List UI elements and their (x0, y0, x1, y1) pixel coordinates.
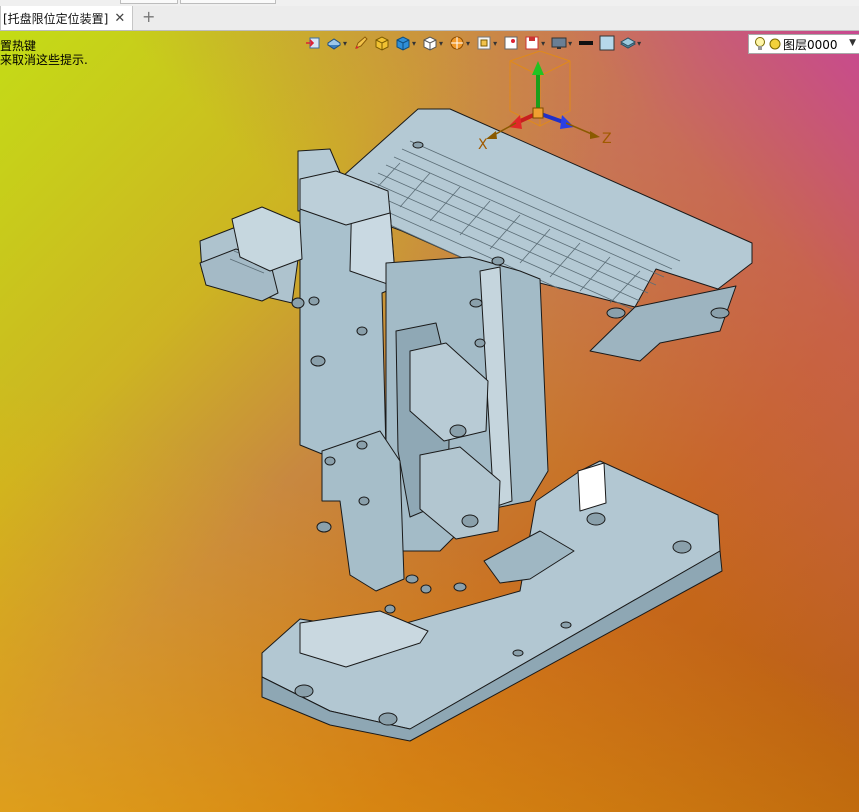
chevron-down-icon[interactable]: ▾ (412, 39, 416, 48)
chevron-down-icon[interactable]: ▾ (439, 39, 443, 48)
layer-color-dot (769, 38, 781, 50)
3d-model[interactable] (0, 31, 859, 812)
section-icon[interactable] (447, 35, 466, 51)
box-white-icon[interactable] (420, 35, 439, 51)
render-mode-icon[interactable] (324, 35, 343, 51)
add-tab-icon[interactable]: + (142, 9, 155, 25)
layer-name: 图层0000 (783, 37, 838, 52)
lower-left-block (321, 430, 405, 592)
chevron-down-icon[interactable]: ▾ (541, 39, 545, 48)
pencil-icon[interactable] (351, 35, 370, 51)
chevron-down-icon[interactable]: ▾ (568, 39, 572, 48)
box-yellow-icon[interactable] (372, 35, 391, 51)
document-tabbar: [托盘限位定位装置] ✕ + (0, 6, 859, 31)
chevron-down-icon[interactable]: ▾ (493, 39, 497, 48)
layer-select[interactable]: 图层0000 ▼ (748, 34, 859, 54)
view-toolbar: ▾ ▾ ▾ ▾ ▾ ▾ ▾ ▾ (303, 31, 645, 55)
component-icon[interactable] (303, 35, 322, 51)
box-blue-icon[interactable] (393, 35, 412, 51)
axis-triad: Z X (478, 51, 612, 151)
fill-color-swatch[interactable] (597, 35, 616, 51)
ghost-tab (180, 0, 276, 4)
layer-eye-icon[interactable] (618, 35, 637, 51)
tab-title: [托盘限位定位装置] (3, 11, 109, 26)
close-icon[interactable]: ✕ (114, 12, 125, 25)
display-icon[interactable] (549, 35, 568, 51)
save-view-icon[interactable] (522, 35, 541, 51)
base-raised-block (577, 462, 607, 512)
ghost-tab (120, 0, 178, 4)
line-color-swatch[interactable] (576, 35, 595, 51)
frame-icon[interactable] (501, 35, 520, 51)
axis-x-label: X (478, 137, 488, 151)
chevron-down-icon[interactable]: ▾ (343, 39, 347, 48)
chevron-down-icon[interactable]: ▾ (466, 39, 470, 48)
view-orient-icon[interactable] (474, 35, 493, 51)
axis-z-label: Z (602, 131, 612, 147)
tab-document[interactable]: [托盘限位定位装置] ✕ (0, 6, 133, 30)
3d-viewport[interactable]: 置热键 来取消这些提示. ▾ ▾ ▾ ▾ ▾ ▾ ▾ ▾ 图层0000 ▼ Z … (0, 31, 859, 812)
hint-line-2: 来取消这些提示. (0, 53, 88, 67)
chevron-down-icon[interactable]: ▼ (849, 38, 856, 48)
bulb-icon[interactable] (753, 36, 767, 52)
chevron-down-icon[interactable]: ▾ (637, 39, 641, 48)
